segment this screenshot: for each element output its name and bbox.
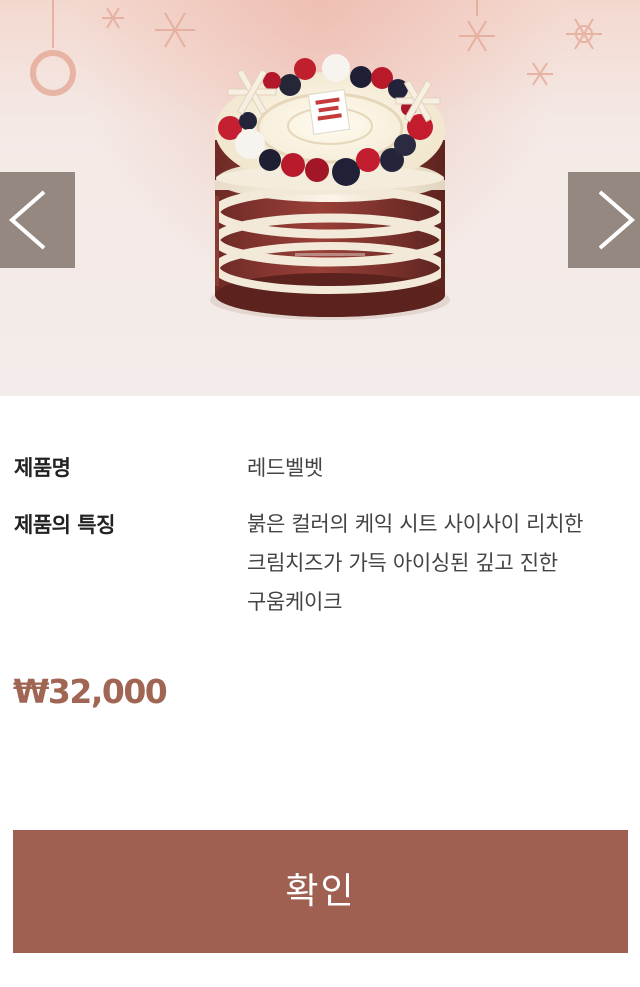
- confirm-button[interactable]: 확인: [13, 830, 628, 953]
- product-name-row: 제품명 레드벨벳: [14, 452, 626, 492]
- cake-image: [30, 0, 602, 320]
- product-image-slider[interactable]: [0, 0, 640, 396]
- chevron-left-icon: [8, 190, 46, 250]
- product-price: ₩32,000: [13, 672, 168, 711]
- chevron-right-icon: [598, 190, 636, 250]
- slider-next-button[interactable]: [568, 172, 640, 268]
- product-feature-value: 붉은 컬러의 케익 시트 사이사이 리치한 크림치즈가 가득 아이싱된 깊고 진…: [247, 512, 584, 614]
- slider-prev-button[interactable]: [0, 172, 75, 268]
- product-feature-row: 제품의 특징 붉은 컬러의 케익 시트 사이사이 리치한 크림치즈가 가득 아이…: [14, 508, 626, 628]
- product-name-value: 레드벨벳: [247, 456, 324, 480]
- product-detail-page: 제품명 레드벨벳 제품의 특징 붉은 컬러의 케익 시트 사이사이 리치한 크림…: [0, 0, 640, 987]
- product-feature-label: 제품의 특징: [14, 513, 115, 537]
- product-name-label: 제품명: [14, 456, 71, 480]
